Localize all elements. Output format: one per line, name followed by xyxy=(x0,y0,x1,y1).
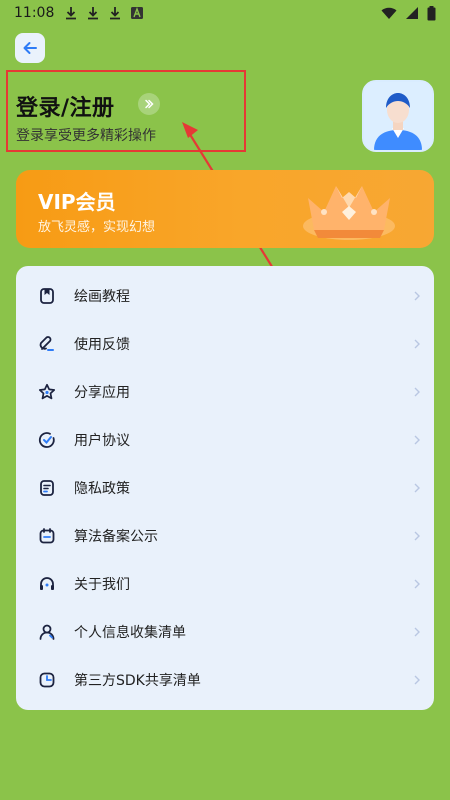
battery-icon xyxy=(427,5,436,20)
menu-item-drawing-tutorial[interactable]: 绘画教程 xyxy=(16,272,434,320)
back-button[interactable] xyxy=(15,33,45,63)
chevron-right-icon xyxy=(414,387,420,397)
chevron-right-icon xyxy=(145,99,154,109)
document-icon xyxy=(36,477,58,499)
back-arrow-icon xyxy=(23,42,37,54)
check-circle-icon xyxy=(36,429,58,451)
chevron-right-icon xyxy=(414,531,420,541)
download-icon xyxy=(88,7,99,20)
chevron-right-icon xyxy=(414,579,420,589)
chevron-right-icon xyxy=(414,339,420,349)
vip-subtitle: 放飞灵感，实现幻想 xyxy=(38,220,156,235)
vip-banner[interactable]: VIP会员 放飞灵感，实现幻想 xyxy=(16,170,434,248)
menu-item-label: 用户协议 xyxy=(74,433,130,449)
default-avatar-icon xyxy=(364,82,432,150)
calendar-icon xyxy=(36,525,58,547)
download-icon xyxy=(110,7,121,20)
menu-item-about-us[interactable]: 关于我们 xyxy=(16,560,434,608)
headset-icon xyxy=(36,573,58,595)
status-notifications xyxy=(64,6,144,20)
chevron-right-icon xyxy=(414,675,420,685)
app-a-icon xyxy=(131,7,144,19)
menu-item-label: 绘画教程 xyxy=(74,289,130,305)
status-time: 11:08 xyxy=(14,5,55,21)
signal-icon xyxy=(406,7,418,19)
user-icon xyxy=(36,621,58,643)
menu-item-label: 关于我们 xyxy=(74,577,130,593)
menu-item-algorithm-filing[interactable]: 算法备案公示 xyxy=(16,512,434,560)
menu-item-label: 第三方SDK共享清单 xyxy=(74,673,201,689)
star-icon xyxy=(36,381,58,403)
menu-item-user-agreement[interactable]: 用户协议 xyxy=(16,416,434,464)
wifi-icon xyxy=(381,7,397,19)
crown-icon xyxy=(303,186,395,240)
download-icon xyxy=(66,7,77,20)
menu-item-personal-info-list[interactable]: 个人信息收集清单 xyxy=(16,608,434,656)
menu-item-label: 分享应用 xyxy=(74,385,130,401)
bookmark-icon xyxy=(36,285,58,307)
login-subtitle: 登录享受更多精彩操作 xyxy=(16,128,156,144)
status-system-icons xyxy=(381,5,436,21)
menu-card: 绘画教程 使用反馈 分享应用 用户协议 隐私政策 算法备案公示 关于我们 个人信… xyxy=(16,266,434,710)
menu-item-label: 算法备案公示 xyxy=(74,529,158,545)
menu-item-third-party-sdk-list[interactable]: 第三方SDK共享清单 xyxy=(16,656,434,704)
feedback-icon xyxy=(36,333,58,355)
chevron-right-icon xyxy=(414,291,420,301)
login-register-link[interactable]: 登录/注册 xyxy=(16,90,115,122)
status-bar: 11:08 xyxy=(0,0,450,26)
pie-icon xyxy=(36,669,58,691)
chevron-right-icon xyxy=(414,435,420,445)
login-arrow-button[interactable] xyxy=(138,93,160,115)
menu-item-label: 个人信息收集清单 xyxy=(74,625,186,641)
menu-item-share-app[interactable]: 分享应用 xyxy=(16,368,434,416)
menu-item-privacy-policy[interactable]: 隐私政策 xyxy=(16,464,434,512)
menu-item-label: 使用反馈 xyxy=(74,337,130,353)
menu-item-feedback[interactable]: 使用反馈 xyxy=(16,320,434,368)
avatar[interactable] xyxy=(362,80,434,152)
vip-title: VIP会员 xyxy=(38,190,116,214)
chevron-right-icon xyxy=(414,483,420,493)
menu-item-label: 隐私政策 xyxy=(74,481,130,497)
chevron-right-icon xyxy=(414,627,420,637)
